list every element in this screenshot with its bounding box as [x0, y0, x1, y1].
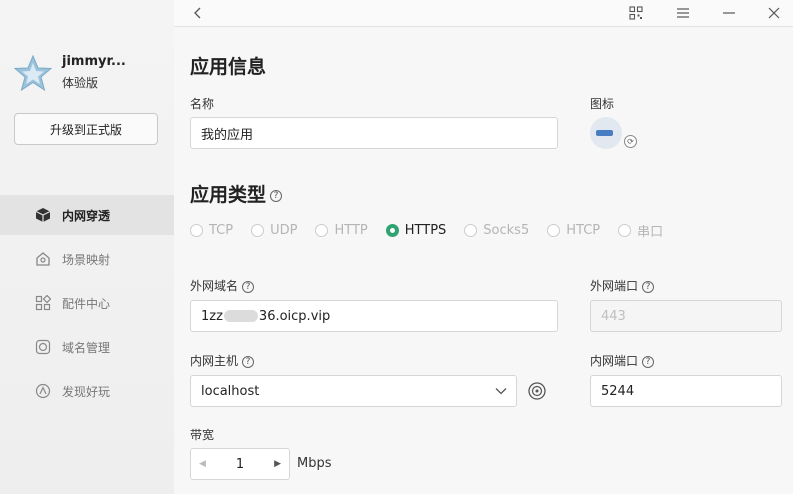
radio-http[interactable]: HTTP [315, 222, 368, 238]
radio-label: UDP [270, 222, 298, 238]
radio-label: HTCP [566, 222, 601, 238]
ext-domain-prefix: 1zz [201, 308, 223, 324]
radio-https[interactable]: HTTPS [385, 222, 447, 238]
int-host-label: 内网主机? [190, 352, 255, 369]
bandwidth-stepper[interactable]: ◀ 1 ▶ [190, 448, 290, 480]
ext-port-input[interactable]: 443 [590, 300, 782, 332]
help-icon[interactable]: ? [242, 280, 255, 293]
icon-label: 图标 [590, 97, 615, 111]
radio-label: Socks5 [483, 222, 530, 238]
app-type-radio-group: TCP UDP HTTP HTTPS Socks5 HTCP 串口 [190, 221, 681, 240]
radio-dot [464, 223, 478, 237]
domain-icon [34, 338, 52, 356]
ext-port-label-text: 外网端口 [590, 279, 639, 293]
ext-domain-suffix: 36.oicp.vip [258, 308, 331, 324]
radio-dot [251, 223, 265, 237]
radio-label: TCP [209, 222, 234, 238]
radio-label: HTTP [334, 222, 368, 238]
user-name: jimmyr... [62, 54, 126, 69]
sidebar: jimmyr... 体验版 升级到正式版 内网穿透 场景映射 配件中心 域名管理… [0, 0, 174, 494]
back-icon[interactable] [184, 0, 212, 26]
radio-tcp[interactable]: TCP [190, 223, 233, 238]
int-port-label: 内网端口? [590, 352, 655, 369]
radio-serial[interactable]: 串口 [618, 221, 663, 240]
sidebar-item-discover[interactable]: 发现好玩 [0, 371, 174, 411]
ext-domain-input[interactable]: 1zz 36.oicp.vip [190, 300, 558, 332]
bandwidth-value: 1 [235, 456, 245, 472]
radio-dot [547, 223, 561, 237]
upgrade-button[interactable]: 升级到正式版 [14, 113, 158, 145]
name-label: 名称 [190, 97, 215, 111]
int-port-label-text: 内网端口 [590, 354, 639, 368]
help-icon[interactable]: ? [270, 189, 283, 202]
increment-icon[interactable]: ▶ [274, 459, 281, 469]
sidebar-item-label: 内网穿透 [62, 208, 111, 223]
int-port-input[interactable]: 5244 [590, 375, 782, 407]
sidebar-item-label: 发现好玩 [62, 384, 111, 399]
radio-udp[interactable]: UDP [251, 223, 297, 238]
main-panel: 应用信息 名称 我的应用 图标 ⟳ 应用类型? TCP UDP HTTP HTT… [174, 0, 793, 494]
section-title-app-type: 应用类型? [190, 180, 283, 207]
int-host-label-text: 内网主机 [190, 354, 239, 368]
radio-label: HTTPS [404, 222, 447, 238]
menu-icon[interactable] [669, 0, 697, 26]
radio-dot [618, 223, 632, 237]
app-type-heading-text: 应用类型 [190, 184, 267, 206]
ext-domain-label-text: 外网域名 [190, 279, 239, 293]
redacted-blur [223, 310, 258, 322]
int-host-value: localhost [201, 383, 260, 399]
radio-dot [190, 223, 203, 237]
chevron-down-icon [495, 385, 507, 400]
name-input[interactable]: 我的应用 [190, 117, 558, 149]
radio-label: 串口 [637, 224, 664, 240]
discover-icon [34, 382, 52, 400]
radio-socks5[interactable]: Socks5 [464, 223, 529, 238]
help-icon[interactable]: ? [642, 355, 655, 368]
app-icon[interactable] [590, 117, 622, 149]
apps-grid-icon [34, 294, 52, 312]
qr-code-icon[interactable] [622, 0, 650, 26]
help-icon[interactable]: ? [642, 280, 655, 293]
ext-port-label: 外网端口? [590, 277, 655, 294]
sidebar-item-label: 域名管理 [62, 340, 111, 355]
sidebar-item-accessories[interactable]: 配件中心 [0, 283, 174, 323]
radio-dot [385, 223, 399, 237]
scan-network-icon[interactable] [527, 381, 547, 401]
ext-domain-label: 外网域名? [190, 277, 255, 294]
user-plan: 体验版 [62, 76, 99, 90]
sidebar-item-label: 配件中心 [62, 296, 111, 311]
radio-htcp[interactable]: HTCP [547, 223, 600, 238]
refresh-icon[interactable]: ⟳ [624, 135, 637, 148]
close-icon[interactable] [760, 0, 788, 26]
minimize-icon[interactable] [715, 0, 743, 26]
decrement-icon[interactable]: ◀ [199, 459, 206, 469]
int-host-select[interactable]: localhost [190, 375, 517, 407]
title-bar [174, 0, 793, 27]
section-title-app-info: 应用信息 [190, 56, 267, 78]
sidebar-item-domains[interactable]: 域名管理 [0, 327, 174, 367]
bandwidth-unit: Mbps [297, 456, 332, 471]
cube-icon [34, 206, 52, 224]
sidebar-item-tunnel[interactable]: 内网穿透 [0, 195, 174, 235]
help-icon[interactable]: ? [242, 355, 255, 368]
avatar-star-icon [13, 54, 53, 92]
sidebar-item-scene-map[interactable]: 场景映射 [0, 239, 174, 279]
bandwidth-label: 带宽 [190, 428, 215, 442]
scene-map-icon [34, 250, 52, 268]
radio-dot [315, 223, 329, 237]
sidebar-item-label: 场景映射 [62, 252, 111, 267]
